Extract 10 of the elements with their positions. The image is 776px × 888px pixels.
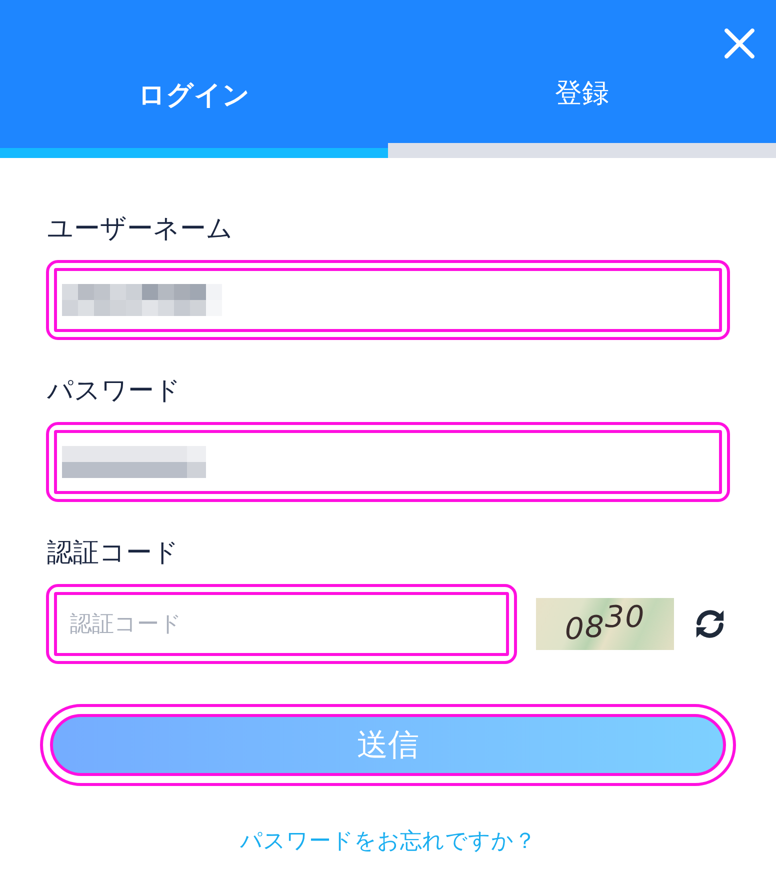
captcha-text: 0830 [564,602,646,646]
input-field[interactable] [46,260,730,340]
field-label: ユーザーネーム [47,212,234,245]
input-field[interactable] [46,422,730,502]
forgot-password-link[interactable]: パスワードをお忘れですか？ [240,826,536,856]
input-field[interactable]: 認証コード [46,584,517,664]
close-icon[interactable] [724,28,755,59]
field-label: 認証コード [47,536,180,569]
field-label: パスワード [47,374,182,407]
submit-button[interactable]: 送信 [40,704,736,786]
